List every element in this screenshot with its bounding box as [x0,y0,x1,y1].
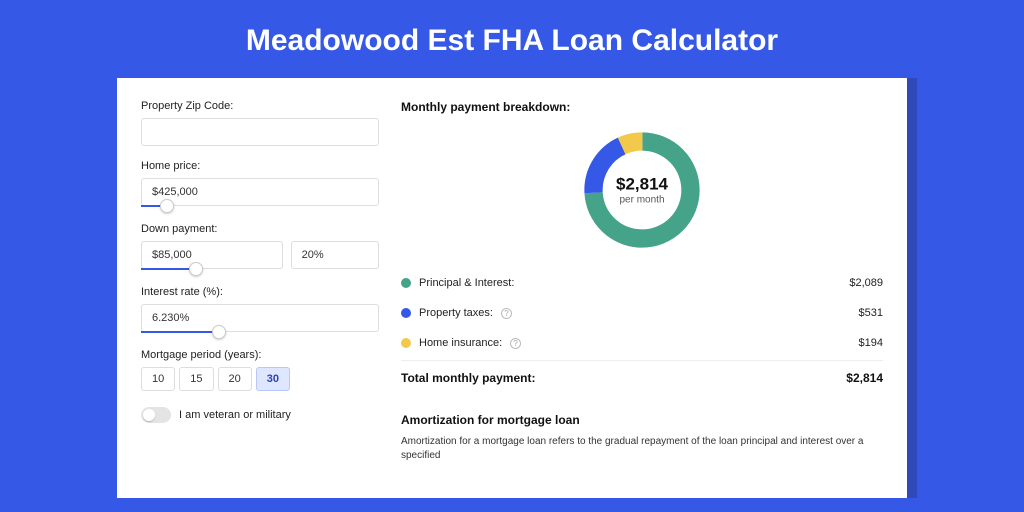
zip-input[interactable] [141,118,379,146]
total-value: $2,814 [846,371,883,385]
legend-value: $2,089 [849,277,883,289]
total-row: Total monthly payment: $2,814 [401,360,883,395]
period-btn-20[interactable]: 20 [218,367,252,391]
legend-principal: Principal & Interest: $2,089 [401,268,883,298]
total-label: Total monthly payment: [401,371,535,385]
period-btn-10[interactable]: 10 [141,367,175,391]
home-price-label: Home price: [141,160,379,172]
period-buttons: 10 15 20 30 [141,367,379,391]
legend-insurance: Home insurance: ? $194 [401,328,883,358]
period-btn-15[interactable]: 15 [179,367,213,391]
interest-label: Interest rate (%): [141,286,379,298]
donut-amount: $2,814 [616,175,668,195]
dot-icon [401,278,411,288]
form-column: Property Zip Code: Home price: Down paym… [141,100,379,476]
home-price-slider[interactable] [141,205,379,209]
breakdown-column: Monthly payment breakdown: $2,814 per mo… [401,100,883,476]
dot-icon [401,308,411,318]
veteran-row: I am veteran or military [141,407,379,423]
period-field: Mortgage period (years): 10 15 20 30 [141,349,379,391]
amortization-heading: Amortization for mortgage loan [401,413,883,427]
legend-taxes: Property taxes: ? $531 [401,298,883,328]
period-btn-30[interactable]: 30 [256,367,290,391]
legend-label: Principal & Interest: [419,277,514,289]
veteran-label: I am veteran or military [179,409,291,421]
calculator-card: Property Zip Code: Home price: Down paym… [117,78,907,498]
toggle-thumb-icon [143,409,155,421]
interest-field: Interest rate (%): [141,286,379,335]
down-payment-slider[interactable] [141,268,379,272]
slider-thumb-icon[interactable] [189,262,203,276]
period-label: Mortgage period (years): [141,349,379,361]
down-payment-field: Down payment: [141,223,379,272]
breakdown-heading: Monthly payment breakdown: [401,100,883,114]
info-icon[interactable]: ? [501,308,512,319]
dot-icon [401,338,411,348]
slider-thumb-icon[interactable] [212,325,226,339]
home-price-field: Home price: [141,160,379,209]
info-icon[interactable]: ? [510,338,521,349]
home-price-input[interactable] [141,178,379,206]
page-title: Meadowood Est FHA Loan Calculator [0,0,1024,78]
amortization-text: Amortization for a mortgage loan refers … [401,435,883,463]
legend-value: $531 [859,307,883,319]
donut-sub: per month [616,195,668,206]
down-payment-amount-input[interactable] [141,241,283,269]
legend-label: Property taxes: [419,307,493,319]
zip-label: Property Zip Code: [141,100,379,112]
legend-value: $194 [859,337,883,349]
legend-label: Home insurance: [419,337,502,349]
interest-slider[interactable] [141,331,379,335]
down-payment-label: Down payment: [141,223,379,235]
slider-thumb-icon[interactable] [160,199,174,213]
down-payment-pct-input[interactable] [291,241,379,269]
donut-chart: $2,814 per month [401,126,883,254]
interest-input[interactable] [141,304,379,332]
veteran-toggle[interactable] [141,407,171,423]
zip-field: Property Zip Code: [141,100,379,146]
